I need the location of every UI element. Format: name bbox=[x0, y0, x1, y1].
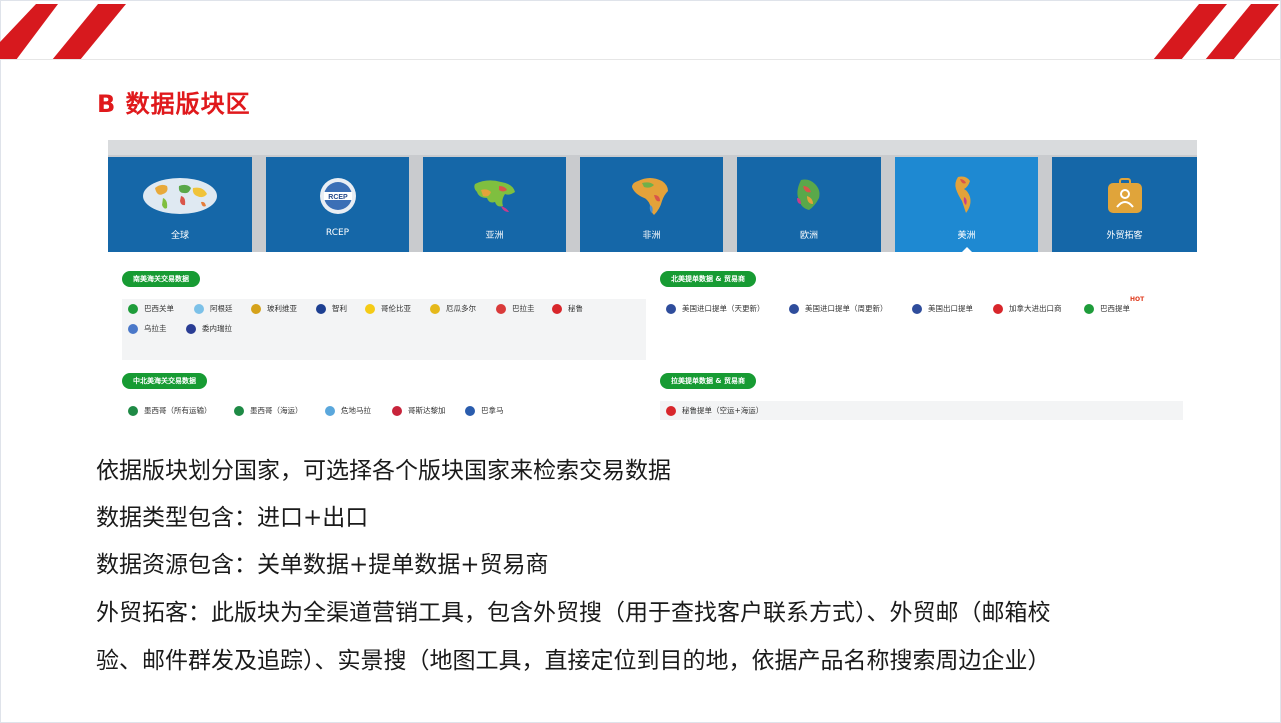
usa-flag-icon bbox=[666, 303, 676, 314]
tile-asia[interactable]: 亚洲 bbox=[423, 157, 566, 252]
country-link-peru[interactable]: 秘鲁 bbox=[552, 303, 583, 314]
latin-bl-list: 秘鲁提单（空运+海运） bbox=[660, 401, 1183, 420]
peru-flag-icon bbox=[666, 405, 676, 416]
mexico-flag-icon bbox=[234, 405, 244, 416]
tile-label: RCEP bbox=[325, 228, 350, 238]
tile-label: 美洲 bbox=[957, 231, 976, 241]
svg-text:RCEP: RCEP bbox=[328, 194, 348, 201]
tile-trade-outreach[interactable]: 外贸拓客 bbox=[1052, 157, 1197, 252]
country-link-bolivia[interactable]: 玻利维亚 bbox=[251, 303, 297, 314]
link-brazil-bl[interactable]: 巴西提单 bbox=[1084, 303, 1130, 314]
country-link-ecuador[interactable]: 厄瓜多尔 bbox=[430, 303, 476, 314]
group-badge-north-bl: 北美提单数据 & 贸易商 bbox=[660, 271, 756, 287]
brazil-flag-icon bbox=[128, 303, 138, 314]
panama-flag-icon bbox=[465, 405, 475, 416]
right-red-stripes-decoration bbox=[1153, 4, 1279, 60]
panel-top-bar bbox=[108, 140, 1197, 155]
tile-rcep[interactable]: RCEP RCEP bbox=[266, 157, 409, 252]
globe-map-icon bbox=[141, 176, 219, 216]
europe-map-icon bbox=[789, 176, 829, 216]
tile-europe[interactable]: 欧洲 bbox=[737, 157, 881, 252]
section-title: B 数据版块区 bbox=[97, 90, 251, 118]
colombia-flag-icon bbox=[365, 303, 375, 314]
tile-africa[interactable]: 非洲 bbox=[580, 157, 723, 252]
venezuela-flag-icon bbox=[186, 323, 196, 334]
canada-flag-icon bbox=[993, 303, 1003, 314]
south-customs-list: 巴西关单 阿根廷 玻利维亚 智利 哥伦比亚 厄瓜多尔 巴拉圭 秘鲁 乌拉圭 委内… bbox=[122, 299, 646, 360]
link-mexico-all[interactable]: 墨西哥（所有运输） bbox=[128, 405, 212, 416]
region-tiles: 全球 RCEP RCEP 亚洲 非洲 欧洲 美洲 外贸拓客 bbox=[108, 155, 1197, 253]
tile-label: 全球 bbox=[170, 231, 189, 241]
left-red-stripes-decoration bbox=[0, 4, 126, 60]
tile-label: 亚洲 bbox=[485, 231, 504, 241]
uruguay-flag-icon bbox=[128, 323, 138, 334]
costa-rica-flag-icon bbox=[392, 405, 402, 416]
country-link-colombia[interactable]: 哥伦比亚 bbox=[365, 303, 411, 314]
link-costa-rica[interactable]: 哥斯达黎加 bbox=[392, 405, 446, 416]
africa-map-icon bbox=[631, 176, 672, 216]
tile-label: 非洲 bbox=[642, 231, 661, 241]
tile-americas[interactable]: 美洲 bbox=[895, 157, 1038, 253]
americas-map-icon bbox=[952, 176, 982, 216]
country-link-venezuela[interactable]: 委内瑞拉 bbox=[186, 323, 232, 334]
link-peru-bl[interactable]: 秘鲁提单（空运+海运） bbox=[666, 405, 763, 416]
bolivia-flag-icon bbox=[251, 303, 261, 314]
link-us-import-bl-daily[interactable]: 美国进口提单（天更新） bbox=[666, 303, 765, 314]
link-us-import-bl-weekly[interactable]: 美国进口提单（周更新） bbox=[789, 303, 888, 314]
hot-badge: HOT bbox=[1130, 296, 1145, 303]
tile-label: 外贸拓客 bbox=[1106, 231, 1143, 241]
mexico-flag-icon bbox=[128, 405, 138, 416]
group-badge-south-customs: 南美海关交易数据 bbox=[122, 271, 200, 287]
rcep-globe-icon: RCEP bbox=[318, 176, 358, 216]
ecuador-flag-icon bbox=[430, 303, 440, 314]
tile-label: 欧洲 bbox=[799, 231, 818, 241]
asia-map-icon bbox=[471, 176, 519, 216]
group-badge-central-customs: 中北美海关交易数据 bbox=[122, 373, 207, 389]
guatemala-flag-icon bbox=[325, 405, 335, 416]
briefcase-user-icon bbox=[1106, 176, 1144, 216]
paragraph-3: 数据资源包含：关单数据+提单数据+贸易商 bbox=[96, 552, 549, 578]
data-module-screenshot: 全球 RCEP RCEP 亚洲 非洲 欧洲 美洲 外贸拓客 南美海关交易数据 巴… bbox=[108, 140, 1197, 420]
paragraph-2: 数据类型包含：进口+出口 bbox=[96, 505, 369, 531]
paragraph-4: 外贸拓客：此版块为全渠道营销工具，包含外贸搜（用于查找客户联系方式）、外贸邮（邮… bbox=[96, 600, 1051, 626]
paraguay-flag-icon bbox=[496, 303, 506, 314]
brazil-flag-icon bbox=[1084, 303, 1094, 314]
link-panama[interactable]: 巴拿马 bbox=[465, 405, 504, 416]
chile-flag-icon bbox=[316, 303, 326, 314]
country-link-brazil[interactable]: 巴西关单 bbox=[128, 303, 174, 314]
paragraph-5: 验、邮件群发及追踪）、实景搜（地图工具，直接定位到目的地，依据产品名称搜索周边企… bbox=[96, 648, 1051, 674]
link-guatemala[interactable]: 危地马拉 bbox=[325, 405, 371, 416]
argentina-flag-icon bbox=[194, 303, 204, 314]
link-canada-traders[interactable]: 加拿大进出口商 bbox=[993, 303, 1062, 314]
usa-flag-icon bbox=[912, 303, 922, 314]
header-divider bbox=[0, 59, 1281, 60]
country-link-uruguay[interactable]: 乌拉圭 bbox=[128, 323, 167, 334]
usa-flag-icon bbox=[789, 303, 799, 314]
country-link-argentina[interactable]: 阿根廷 bbox=[194, 303, 233, 314]
tile-global[interactable]: 全球 bbox=[108, 157, 252, 252]
group-badge-latin-bl: 拉美提单数据 & 贸易商 bbox=[660, 373, 756, 389]
region-content: 南美海关交易数据 巴西关单 阿根廷 玻利维亚 智利 哥伦比亚 厄瓜多尔 巴拉圭 … bbox=[108, 252, 1197, 420]
link-mexico-sea[interactable]: 墨西哥（海运） bbox=[234, 405, 303, 416]
paragraph-1: 依据版块划分国家，可选择各个版块国家来检索交易数据 bbox=[96, 458, 671, 484]
country-link-chile[interactable]: 智利 bbox=[316, 303, 347, 314]
peru-flag-icon bbox=[552, 303, 562, 314]
link-us-export-bl[interactable]: 美国出口提单 bbox=[912, 303, 973, 314]
country-link-paraguay[interactable]: 巴拉圭 bbox=[496, 303, 535, 314]
